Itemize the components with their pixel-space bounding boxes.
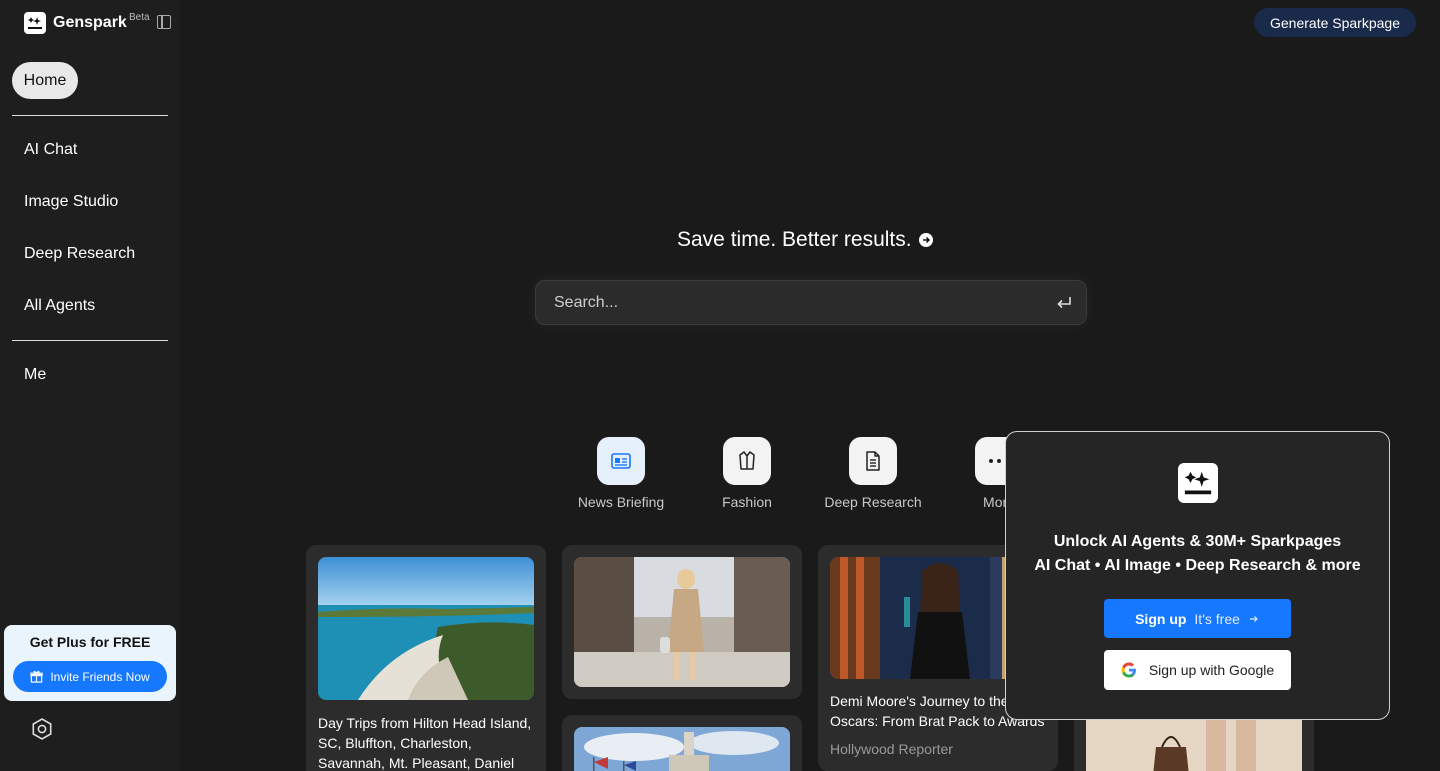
sidebar-item-ai-chat[interactable]: AI Chat	[24, 141, 77, 159]
agent-news-briefing[interactable]: News Briefing	[561, 437, 681, 510]
agent-label: Fashion	[722, 494, 772, 510]
card-image	[318, 557, 534, 700]
plus-promo-title: Get Plus for FREE	[29, 634, 151, 650]
signup-popup: Unlock AI Agents & 30M+ Sparkpages AI Ch…	[1005, 431, 1390, 720]
settings-icon[interactable]	[30, 717, 54, 741]
search-input[interactable]	[554, 281, 1044, 324]
tagline-text: Save time. Better results.	[677, 228, 912, 251]
sidebar-item-home[interactable]: Home	[12, 62, 78, 99]
logo[interactable]: Genspark	[24, 12, 127, 34]
card-title: Day Trips from Hilton Head Island, SC, B…	[318, 715, 532, 771]
agent-deep-research[interactable]: Deep Research	[813, 437, 933, 510]
google-icon	[1121, 662, 1136, 678]
agent-fashion[interactable]: Fashion	[687, 437, 807, 510]
app-name: Genspark	[53, 14, 127, 31]
arrow-right-icon	[1249, 615, 1258, 622]
card-source: Hollywood Reporter	[830, 741, 953, 757]
card-image	[574, 727, 790, 771]
sidebar-collapse-icon[interactable]	[157, 15, 171, 29]
plus-promo-card: Get Plus for FREE Invite Friends Now	[4, 625, 176, 701]
popup-title: Unlock AI Agents & 30M+ Sparkpages AI Ch…	[1034, 533, 1361, 574]
agent-label: Deep Research	[824, 494, 922, 510]
google-signup-button[interactable]: Sign up with Google	[1104, 650, 1291, 690]
enter-icon[interactable]	[1054, 293, 1074, 313]
card-image	[574, 557, 790, 687]
google-signup-label: Sign up with Google	[1148, 662, 1275, 678]
sidebar-item-deep-research[interactable]: Deep Research	[24, 245, 135, 263]
sidebar-divider	[12, 340, 168, 341]
beta-badge: Beta	[129, 12, 150, 23]
genspark-logo-icon	[24, 12, 46, 34]
agent-label: News Briefing	[577, 494, 665, 510]
generate-sparkpage-button[interactable]: Generate Sparkpage	[1254, 8, 1416, 37]
sparkpage-card[interactable]: Day Trips from Hilton Head Island, SC, B…	[306, 545, 546, 771]
sidebar-divider	[12, 115, 168, 116]
search-box	[535, 280, 1087, 325]
arrow-right-icon	[918, 233, 933, 247]
sidebar: Genspark Beta Home AI Chat Image Studio …	[0, 0, 180, 771]
newspaper-icon	[597, 437, 645, 485]
sidebar-item-image-studio[interactable]: Image Studio	[24, 193, 118, 211]
invite-friends-button[interactable]: Invite Friends Now	[13, 661, 167, 692]
sparkpage-card[interactable]	[562, 715, 802, 771]
sidebar-item-me[interactable]: Me	[24, 366, 46, 384]
signup-sub-label: It's free	[1194, 610, 1240, 627]
hero-tagline[interactable]: Save time. Better results.	[677, 228, 933, 252]
sparkpage-card[interactable]	[562, 545, 802, 699]
gift-icon	[30, 671, 43, 683]
coat-icon	[723, 437, 771, 485]
sidebar-item-all-agents[interactable]: All Agents	[24, 297, 95, 315]
signup-label: Sign up	[1135, 610, 1187, 627]
document-icon	[849, 437, 897, 485]
genspark-logo-icon	[1178, 463, 1218, 503]
signup-button[interactable]: Sign up It's free	[1104, 599, 1291, 638]
invite-friends-label: Invite Friends Now	[50, 669, 150, 684]
